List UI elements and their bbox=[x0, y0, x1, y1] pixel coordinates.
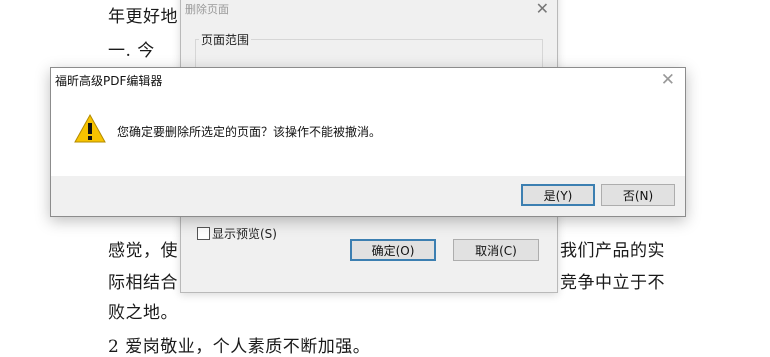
doc-text-line: 际相结合 bbox=[108, 273, 178, 293]
show-preview-checkbox[interactable] bbox=[197, 227, 210, 240]
doc-text-line: 2 爱岗敬业，个人素质不断加强。 bbox=[108, 337, 371, 357]
show-preview-label[interactable]: 显示预览(S) bbox=[212, 225, 277, 242]
page-range-label: 页面范围 bbox=[199, 31, 252, 48]
ok-button[interactable]: 确定(O) bbox=[350, 239, 436, 261]
doc-text-line: 感觉，使 bbox=[108, 241, 178, 261]
close-icon[interactable]: ✕ bbox=[661, 70, 675, 90]
dialog-title: 删除页面 bbox=[185, 3, 229, 16]
no-button[interactable]: 否(N) bbox=[601, 184, 675, 206]
close-icon[interactable]: ✕ bbox=[536, 0, 549, 18]
doc-text-line: 一. 今 bbox=[108, 41, 155, 61]
warning-icon bbox=[74, 113, 106, 143]
cancel-button[interactable]: 取消(C) bbox=[453, 239, 539, 261]
yes-button[interactable]: 是(Y) bbox=[521, 184, 595, 206]
doc-text-line: 我们产品的实 bbox=[560, 241, 665, 261]
confirm-message: 您确定要删除所选定的页面？该操作不能被撤消。 bbox=[117, 125, 382, 139]
confirm-dialog: 福昕高级PDF编辑器 ✕ 您确定要删除所选定的页面？该操作不能被撤消。 是(Y)… bbox=[50, 67, 686, 217]
dialog-title: 福昕高级PDF编辑器 bbox=[55, 74, 163, 88]
doc-text-line: 年更好地 bbox=[108, 7, 178, 27]
doc-text-line: 败之地。 bbox=[108, 303, 178, 323]
doc-text-line: 竞争中立于不 bbox=[560, 273, 665, 293]
